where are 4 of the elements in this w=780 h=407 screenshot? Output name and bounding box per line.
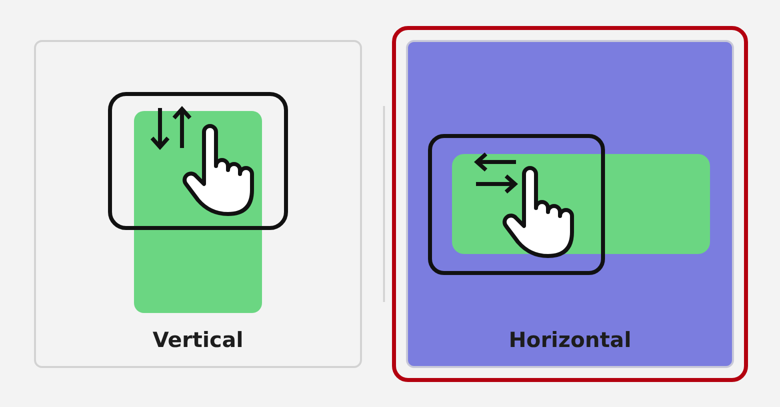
option-label: Horizontal <box>508 328 632 352</box>
option-label: Vertical <box>152 328 244 352</box>
option-card[interactable]: Horizontal <box>406 40 734 368</box>
option-card[interactable]: Vertical <box>34 40 362 368</box>
